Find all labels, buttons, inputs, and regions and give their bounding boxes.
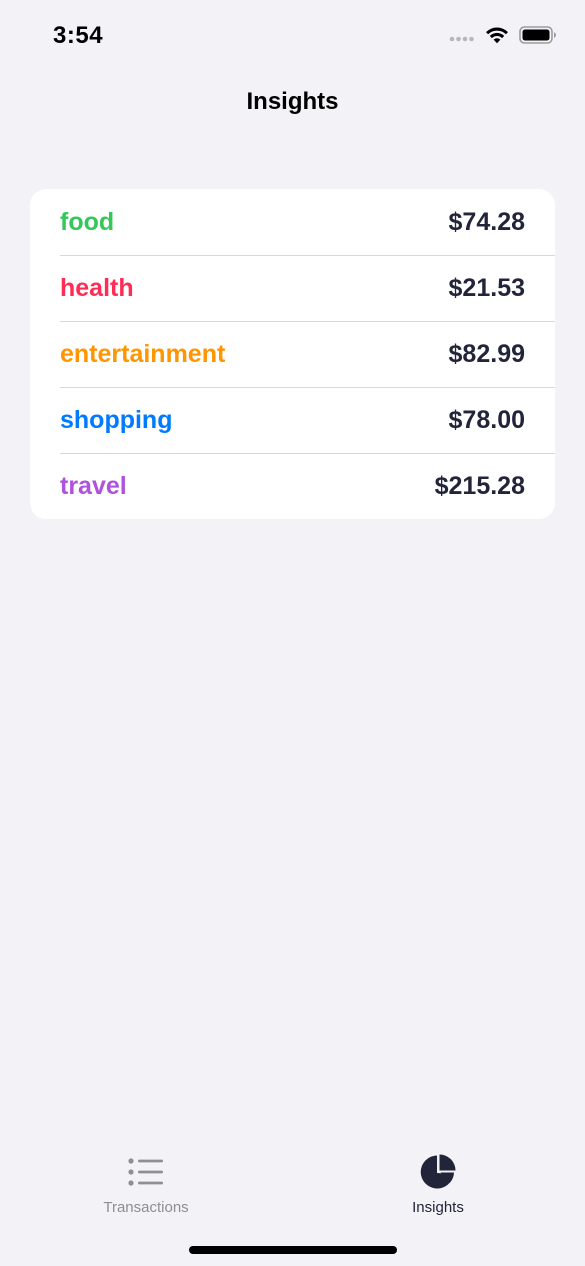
list-item-travel[interactable]: travel $215.28 <box>30 453 555 519</box>
tab-transactions[interactable]: Transactions <box>46 1152 246 1216</box>
battery-icon <box>519 26 557 49</box>
home-indicator <box>189 1246 397 1254</box>
category-label: entertainment <box>60 339 226 368</box>
list-item-food[interactable]: food $74.28 <box>30 189 555 255</box>
status-icons <box>449 26 557 49</box>
insights-list: food $74.28 health $21.53 entertainment … <box>30 189 555 519</box>
category-label: health <box>60 273 134 302</box>
tab-insights[interactable]: Insights <box>338 1152 538 1216</box>
tab-label: Insights <box>412 1199 464 1216</box>
list-item-health[interactable]: health $21.53 <box>30 255 555 321</box>
category-amount: $215.28 <box>434 471 525 500</box>
wifi-icon <box>485 26 509 49</box>
category-amount: $21.53 <box>448 273 525 302</box>
list-item-entertainment[interactable]: entertainment $82.99 <box>30 321 555 387</box>
list-item-shopping[interactable]: shopping $78.00 <box>30 387 555 453</box>
category-label: shopping <box>60 405 173 434</box>
status-bar: 3:54 <box>0 0 585 74</box>
category-label: travel <box>60 471 127 500</box>
category-amount: $82.99 <box>448 339 525 368</box>
tab-label: Transactions <box>103 1199 189 1216</box>
category-amount: $78.00 <box>448 405 525 434</box>
category-label: food <box>60 207 115 236</box>
cellular-signal-icon <box>449 29 475 47</box>
pie-chart-icon <box>338 1152 538 1192</box>
page-title: Insights <box>246 88 339 115</box>
category-amount: $74.28 <box>448 207 525 236</box>
status-time: 3:54 <box>53 22 104 49</box>
list-icon <box>46 1152 246 1192</box>
